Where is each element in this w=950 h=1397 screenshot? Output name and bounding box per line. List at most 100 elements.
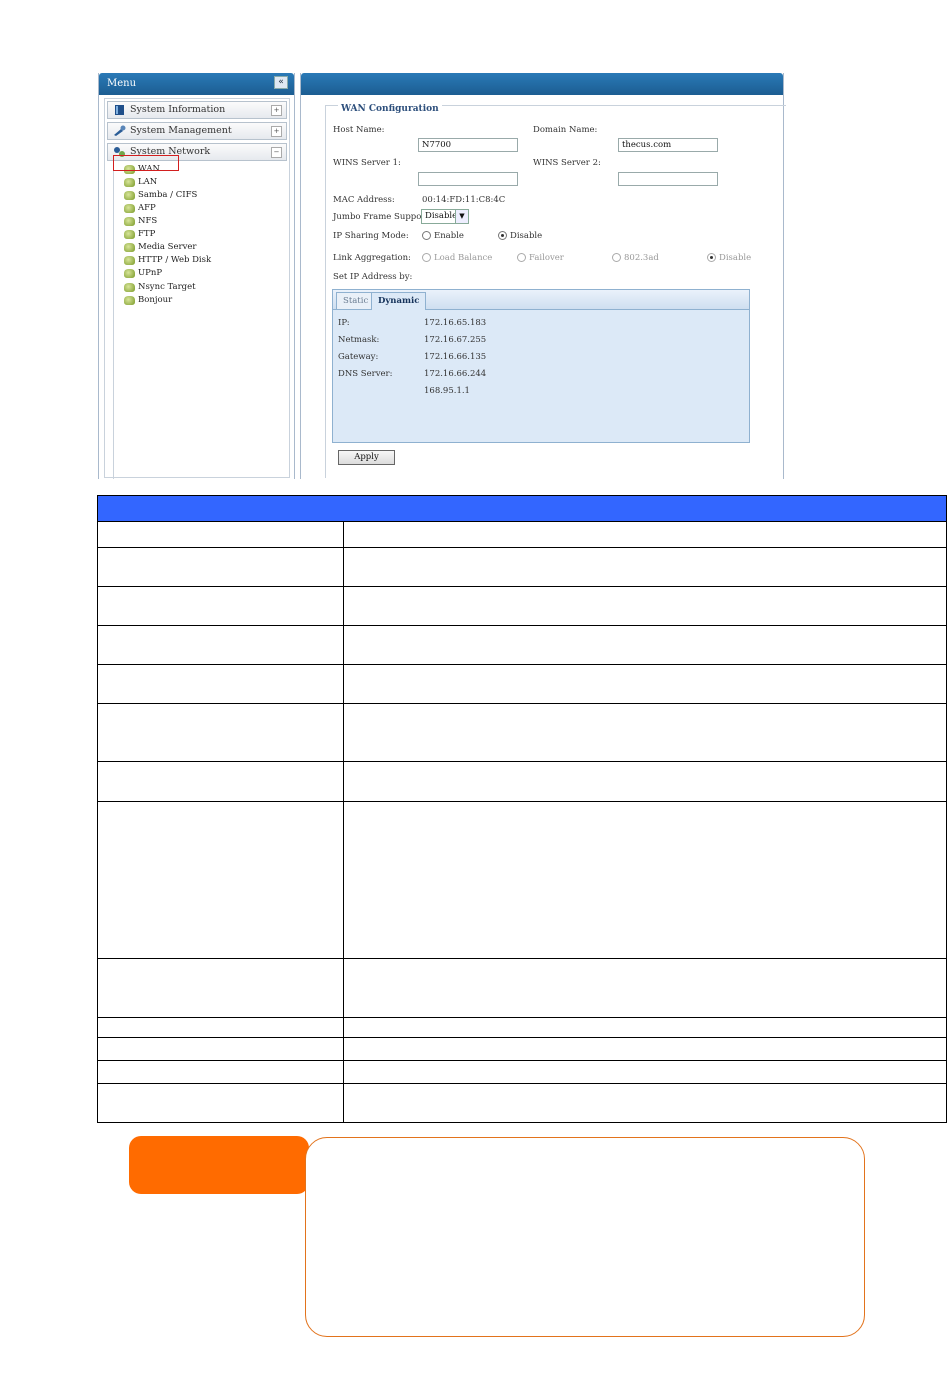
host-name-input[interactable]: N7700 — [418, 138, 518, 152]
tab-strip: Static Dynamic — [333, 290, 749, 310]
submenu-item-http-web-disk[interactable]: HTTP / Web Disk — [124, 254, 211, 267]
ip-sharing-enable-label: Enable — [434, 231, 464, 241]
wins1-label: WINS Server 1: — [333, 158, 401, 168]
submenu-label: AFP — [138, 203, 156, 213]
leaf-icon — [124, 243, 135, 252]
ip-value: 172.16.65.183 — [424, 318, 487, 328]
collapse-menu-button[interactable]: « — [274, 76, 288, 89]
submenu-item-afp[interactable]: AFP — [124, 202, 156, 215]
link-agg-disable-label: Disable — [719, 253, 752, 263]
table-row — [97, 761, 947, 802]
table-row — [97, 625, 947, 665]
wan-configuration-legend: WAN Configuration — [338, 104, 442, 114]
table-cell — [343, 664, 947, 704]
dns-server-value-1: 172.16.66.244 — [424, 369, 487, 379]
table-cell — [97, 703, 344, 762]
table-cell — [343, 586, 947, 626]
mac-address-value: 00:14:FD:11:C8:4C — [422, 195, 506, 205]
link-agg-8023ad-radio[interactable] — [612, 253, 621, 262]
menu-panel: Menu « System Information + System Manag… — [98, 73, 295, 479]
table-cell — [97, 958, 344, 1018]
apply-button[interactable]: Apply — [338, 450, 395, 465]
submenu-item-bonjour[interactable]: Bonjour — [124, 294, 172, 307]
note-tab — [129, 1136, 309, 1194]
submenu-item-lan[interactable]: LAN — [124, 176, 157, 189]
table-row — [97, 958, 947, 1018]
table-row — [97, 1060, 947, 1084]
submenu-label: FTP — [138, 229, 156, 239]
wins2-label: WINS Server 2: — [533, 158, 601, 168]
tab-dynamic[interactable]: Dynamic — [371, 292, 427, 310]
collapse-icon[interactable]: − — [271, 147, 282, 158]
table-cell — [97, 625, 344, 665]
jumbo-frame-select[interactable]: Disable ▼ — [421, 209, 469, 224]
link-agg-8023ad-label: 802.3ad — [624, 253, 659, 263]
ip-label: IP: — [338, 318, 350, 328]
ip-sharing-disable-radio[interactable] — [498, 231, 507, 240]
submenu-item-upnp[interactable]: UPnP — [124, 267, 162, 280]
expand-icon[interactable]: + — [271, 126, 282, 137]
submenu-item-ftp[interactable]: FTP — [124, 228, 155, 241]
submenu-item-samba[interactable]: Samba / CIFS — [124, 189, 197, 202]
wrench-icon — [114, 125, 126, 136]
submenu-label: NFS — [138, 216, 158, 226]
tab-static[interactable]: Static — [336, 292, 376, 309]
wins2-input[interactable] — [618, 172, 718, 186]
link-agg-disable-radio[interactable] — [707, 253, 716, 262]
wins1-input[interactable] — [418, 172, 518, 186]
chevron-down-icon: ▼ — [455, 210, 468, 223]
jumbo-frame-selected: Disable — [425, 211, 458, 221]
netmask-label: Netmask: — [338, 335, 380, 345]
link-agg-failover-radio[interactable] — [517, 253, 526, 262]
menu-title: Menu — [107, 78, 137, 89]
leaf-icon — [124, 204, 135, 213]
table-cell — [97, 801, 344, 959]
ip-sharing-label: IP Sharing Mode: — [333, 231, 409, 241]
ip-sharing-enable-radio[interactable] — [422, 231, 431, 240]
table-header-cell — [97, 495, 947, 522]
table-row — [97, 664, 947, 704]
table-cell — [343, 958, 947, 1018]
table-cell — [343, 521, 947, 548]
expand-icon[interactable]: + — [271, 105, 282, 116]
leaf-icon — [124, 269, 135, 278]
leaf-icon — [124, 296, 135, 305]
table-cell — [97, 1037, 344, 1061]
leaf-icon — [124, 191, 135, 200]
table-cell — [97, 1017, 344, 1038]
menu-category-system-information[interactable]: System Information + — [107, 101, 287, 119]
table-row — [97, 547, 947, 587]
table-row — [97, 586, 947, 626]
submenu-item-nfs[interactable]: NFS — [124, 215, 157, 228]
domain-name-input[interactable]: thecus.com — [618, 138, 718, 152]
leaf-icon — [124, 230, 135, 239]
link-agg-load-balance-label: Load Balance — [434, 253, 493, 263]
mac-address-label: MAC Address: — [333, 195, 395, 205]
host-name-label: Host Name: — [333, 125, 385, 135]
menu-category-system-management[interactable]: System Management + — [107, 122, 287, 140]
table-cell — [343, 1060, 947, 1084]
submenu-label: Bonjour — [138, 295, 173, 305]
network-submenu: WAN LAN Samba / CIFS AFP NFS FTP Media S… — [113, 161, 284, 479]
menu-header: Menu « — [99, 73, 294, 95]
submenu-item-nsync-target[interactable]: Nsync Target — [124, 281, 196, 294]
table-row — [97, 703, 947, 762]
leaf-icon — [124, 283, 135, 292]
menu-category-label: System Information — [130, 104, 226, 115]
table-cell — [343, 1017, 947, 1038]
submenu-item-media-server[interactable]: Media Server — [124, 241, 196, 254]
book-icon — [115, 105, 124, 115]
dns-server-value-2: 168.95.1.1 — [424, 386, 470, 396]
description-table — [97, 495, 947, 1123]
dns-server-label: DNS Server: — [338, 369, 393, 379]
table-cell — [343, 761, 947, 802]
gateway-value: 172.16.66.135 — [424, 352, 487, 362]
table-cell — [343, 1083, 947, 1123]
table-row — [97, 801, 947, 959]
submenu-label: UPnP — [138, 268, 163, 278]
table-cell — [343, 625, 947, 665]
table-cell — [97, 521, 344, 548]
submenu-label: Media Server — [138, 242, 197, 252]
table-header-row — [97, 495, 947, 522]
link-agg-load-balance-radio[interactable] — [422, 253, 431, 262]
